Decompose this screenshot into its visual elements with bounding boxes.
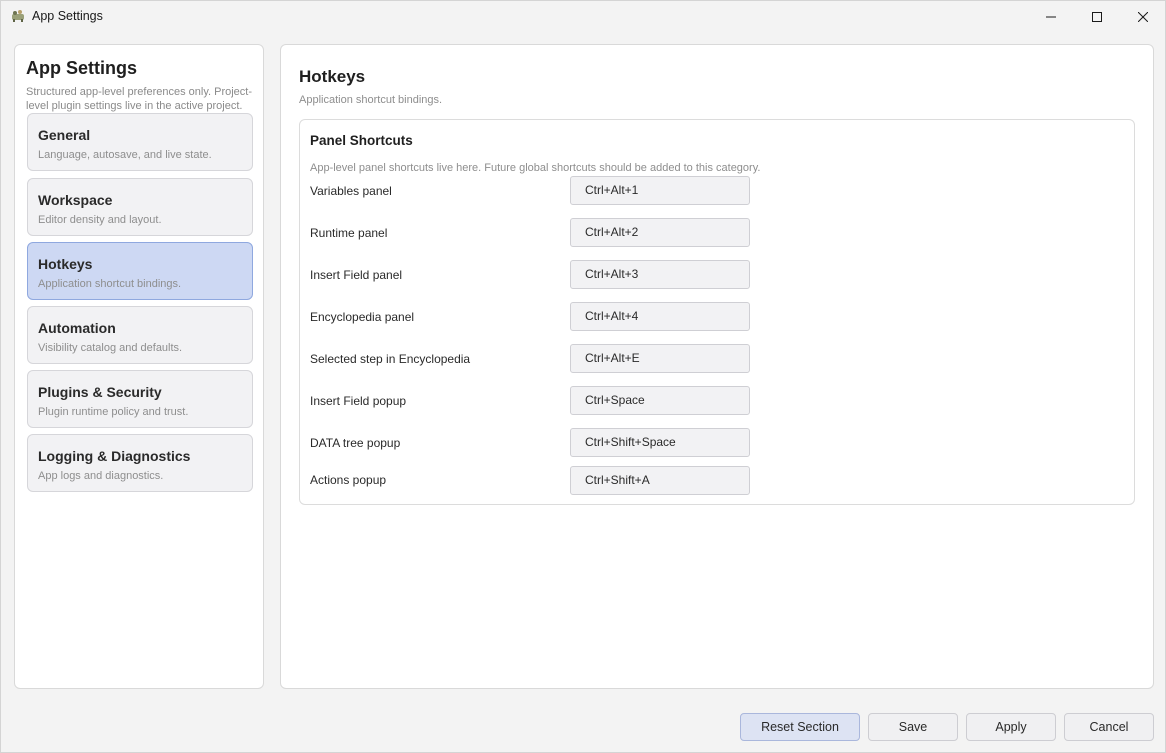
cancel-button[interactable]: Cancel: [1064, 713, 1154, 741]
shortcut-label-insert-field-panel: Insert Field panel: [310, 268, 403, 282]
group-description: App-level panel shortcuts live here. Fut…: [310, 162, 761, 174]
shortcut-field-insert-field-panel[interactable]: Ctrl+Alt+3: [570, 260, 750, 289]
shortcut-label-runtime-panel: Runtime panel: [310, 226, 388, 240]
close-button[interactable]: [1120, 1, 1166, 33]
shortcut-label-insert-field-popup: Insert Field popup: [310, 394, 407, 408]
minimize-icon: [1046, 16, 1056, 18]
sidebar-item-workspace[interactable]: Workspace Editor density and layout.: [27, 178, 253, 236]
sidebar-item-subtitle: Application shortcut bindings.: [38, 278, 182, 290]
shortcut-field-insert-field-popup[interactable]: Ctrl+Space: [570, 386, 750, 415]
sidebar-item-subtitle: Visibility catalog and defaults.: [38, 342, 183, 354]
sidebar-item-subtitle: Editor density and layout.: [38, 214, 162, 226]
apply-button[interactable]: Apply: [966, 713, 1056, 741]
shortcut-label-data-tree-popup: DATA tree popup: [310, 436, 401, 450]
shortcut-field-variables-panel[interactable]: Ctrl+Alt+1: [570, 176, 750, 205]
sidebar-item-subtitle: Language, autosave, and live state.: [38, 149, 212, 161]
page-title: Hotkeys: [299, 67, 366, 86]
shortcut-label-encyclopedia-panel: Encyclopedia panel: [310, 310, 415, 324]
shortcut-field-actions-popup[interactable]: Ctrl+Shift+A: [570, 466, 750, 495]
sidebar-item-label: Plugins & Security: [38, 384, 162, 400]
group-title: Panel Shortcuts: [310, 133, 413, 148]
sidebar-item-subtitle: App logs and diagnostics.: [38, 470, 164, 482]
sidebar-item-label: Logging & Diagnostics: [38, 448, 191, 464]
minimize-button[interactable]: [1028, 1, 1074, 33]
app-icon: [11, 9, 25, 23]
sidebar-item-label: Automation: [38, 320, 116, 336]
shortcut-field-runtime-panel[interactable]: Ctrl+Alt+2: [570, 218, 750, 247]
sidebar-title: App Settings: [26, 58, 137, 78]
shortcut-field-data-tree-popup[interactable]: Ctrl+Shift+Space: [570, 428, 750, 457]
sidebar-item-plugins-security[interactable]: Plugins & Security Plugin runtime policy…: [27, 370, 253, 428]
shortcut-field-selected-step[interactable]: Ctrl+Alt+E: [570, 344, 750, 373]
sidebar-description: Structured app-level preferences only. P…: [26, 86, 253, 112]
shortcut-label-variables-panel: Variables panel: [310, 184, 392, 198]
panel-shortcuts-group: Panel Shortcuts App-level panel shortcut…: [299, 119, 1135, 505]
sidebar-item-label: General: [38, 127, 91, 143]
save-button[interactable]: Save: [868, 713, 958, 741]
app-window: App Settings App Settings Structured app…: [0, 0, 1166, 753]
maximize-button[interactable]: [1074, 1, 1120, 33]
shortcut-field-encyclopedia-panel[interactable]: Ctrl+Alt+4: [570, 302, 750, 331]
window-title: App Settings: [32, 9, 103, 23]
sidebar-item-label: Hotkeys: [38, 256, 93, 272]
shortcut-label-selected-step: Selected step in Encyclopedia: [310, 352, 471, 366]
maximize-icon: [1092, 12, 1102, 22]
reset-section-button[interactable]: Reset Section: [740, 713, 860, 741]
sidebar-item-label: Workspace: [38, 192, 113, 208]
title-bar: App Settings: [1, 1, 1165, 33]
settings-main-panel: Hotkeys Application shortcut bindings. P…: [280, 44, 1154, 689]
page-subtitle: Application shortcut bindings.: [299, 94, 443, 106]
sidebar-item-general[interactable]: General Language, autosave, and live sta…: [27, 113, 253, 171]
sidebar-item-logging-diagnostics[interactable]: Logging & Diagnostics App logs and diagn…: [27, 434, 253, 492]
sidebar-item-hotkeys[interactable]: Hotkeys Application shortcut bindings.: [27, 242, 253, 300]
sidebar-item-automation[interactable]: Automation Visibility catalog and defaul…: [27, 306, 253, 364]
settings-sidebar: App Settings Structured app-level prefer…: [14, 44, 264, 689]
sidebar-item-subtitle: Plugin runtime policy and trust.: [38, 406, 189, 418]
shortcut-label-actions-popup: Actions popup: [310, 473, 387, 487]
close-icon: [1138, 12, 1148, 22]
